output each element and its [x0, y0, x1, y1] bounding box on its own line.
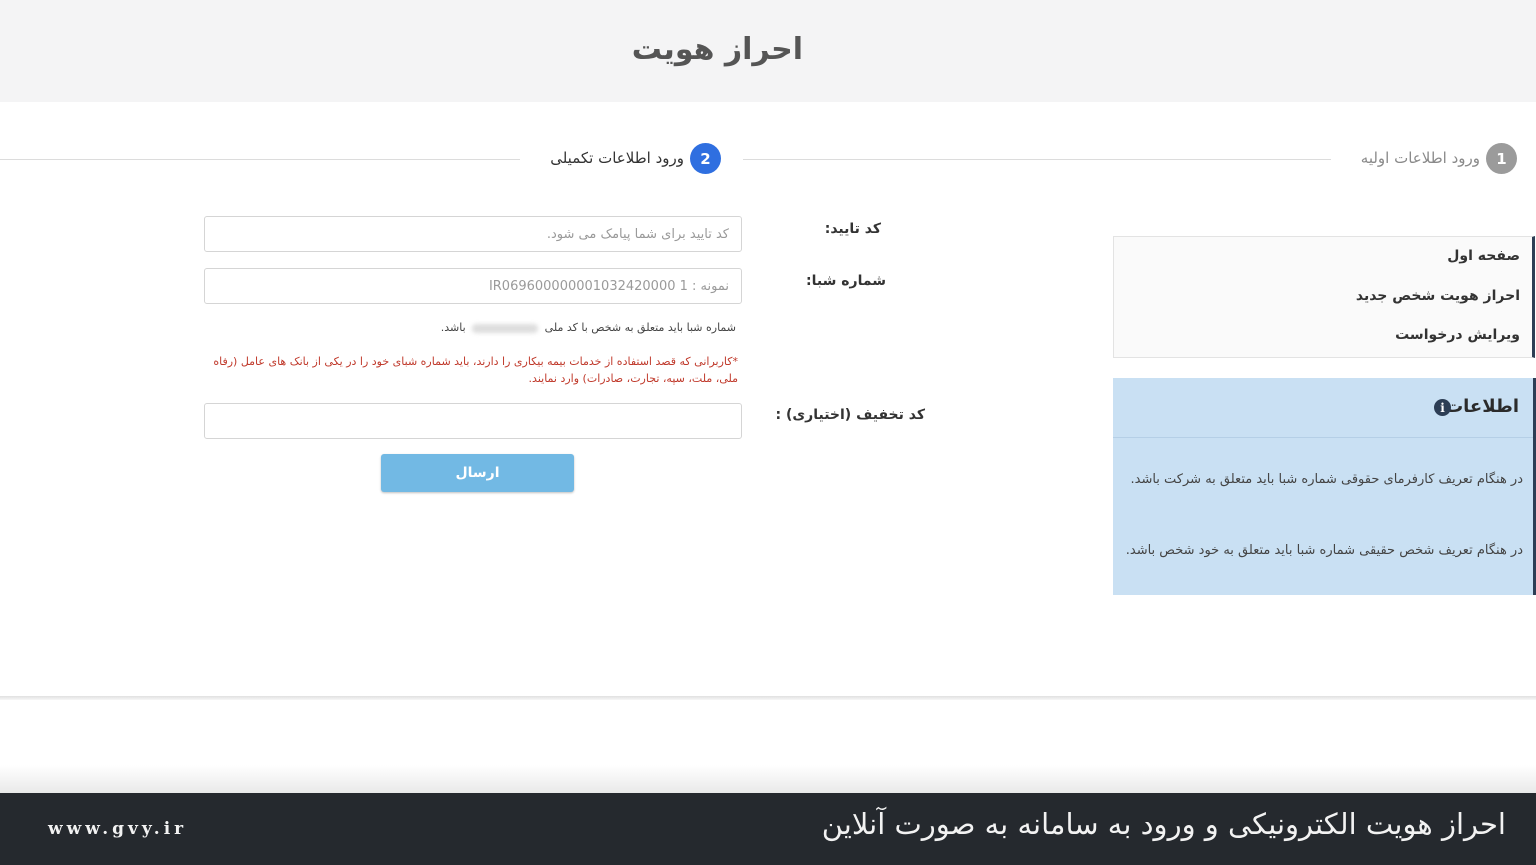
step-2-label: ورود اطلاعات تکمیلی — [550, 149, 684, 167]
submit-button[interactable]: ارسال — [381, 454, 574, 492]
info-paragraph-2: در هنگام تعریف شخص حقیقی شماره شبا باید … — [1125, 543, 1523, 558]
sheba-input[interactable] — [204, 268, 742, 304]
caption-text: احراز هویت الکترونیکی و ورود به سامانه ب… — [821, 807, 1506, 841]
verify-code-label: کد تایید: — [824, 221, 881, 237]
step-1-label: ورود اطلاعات اولیه — [1360, 149, 1480, 167]
step-2-number: 2 — [700, 149, 711, 168]
step-1-badge: 1 — [1486, 143, 1517, 174]
stepper-line-middle — [743, 159, 1331, 160]
sidebar-item-edit-request[interactable]: ویرایش درخواست — [1395, 327, 1520, 343]
caption-site: www.gvy.ir — [48, 819, 188, 839]
info-header: اطلاعات i — [1113, 378, 1533, 438]
step-1-number: 1 — [1496, 149, 1507, 168]
sheba-help-text: شماره شبا باید متعلق به شخص با کد ملی با… — [441, 321, 736, 334]
discount-code-label: کد تخفیف (اختیاری) : — [775, 407, 925, 423]
sidebar-item-home[interactable]: صفحه اول — [1447, 248, 1520, 264]
step-2-badge: 2 — [690, 143, 721, 174]
national-id-blurred — [472, 323, 539, 333]
sidebar-menu: صفحه اول احراز هویت شخص جدید ویرایش درخو… — [1113, 236, 1535, 358]
sheba-help-before: شماره شبا باید متعلق به شخص با کد ملی — [544, 321, 736, 334]
lower-area — [0, 700, 1536, 793]
stepper-line-left — [0, 159, 520, 160]
sheba-label: شماره شبا: — [806, 273, 886, 289]
info-paragraph-1: در هنگام تعریف کارفرمای حقوقی شماره شبا … — [1130, 472, 1523, 487]
caption-bar: احراز هویت الکترونیکی و ورود به سامانه ب… — [0, 793, 1536, 865]
sheba-help-after: باشد. — [440, 321, 466, 334]
page-title: احراز هویت — [631, 32, 803, 67]
sidebar-item-new-identity[interactable]: احراز هویت شخص جدید — [1356, 288, 1520, 304]
verify-code-input[interactable] — [204, 216, 742, 252]
info-box: اطلاعات i در هنگام تعریف کارفرمای حقوقی … — [1113, 378, 1536, 595]
info-icon: i — [1434, 399, 1451, 416]
discount-code-input[interactable] — [204, 403, 742, 439]
unemployment-warning: *کاربرانی که قصد استفاده از خدمات بیمه ب… — [213, 355, 738, 385]
info-title: اطلاعات — [1445, 396, 1519, 417]
